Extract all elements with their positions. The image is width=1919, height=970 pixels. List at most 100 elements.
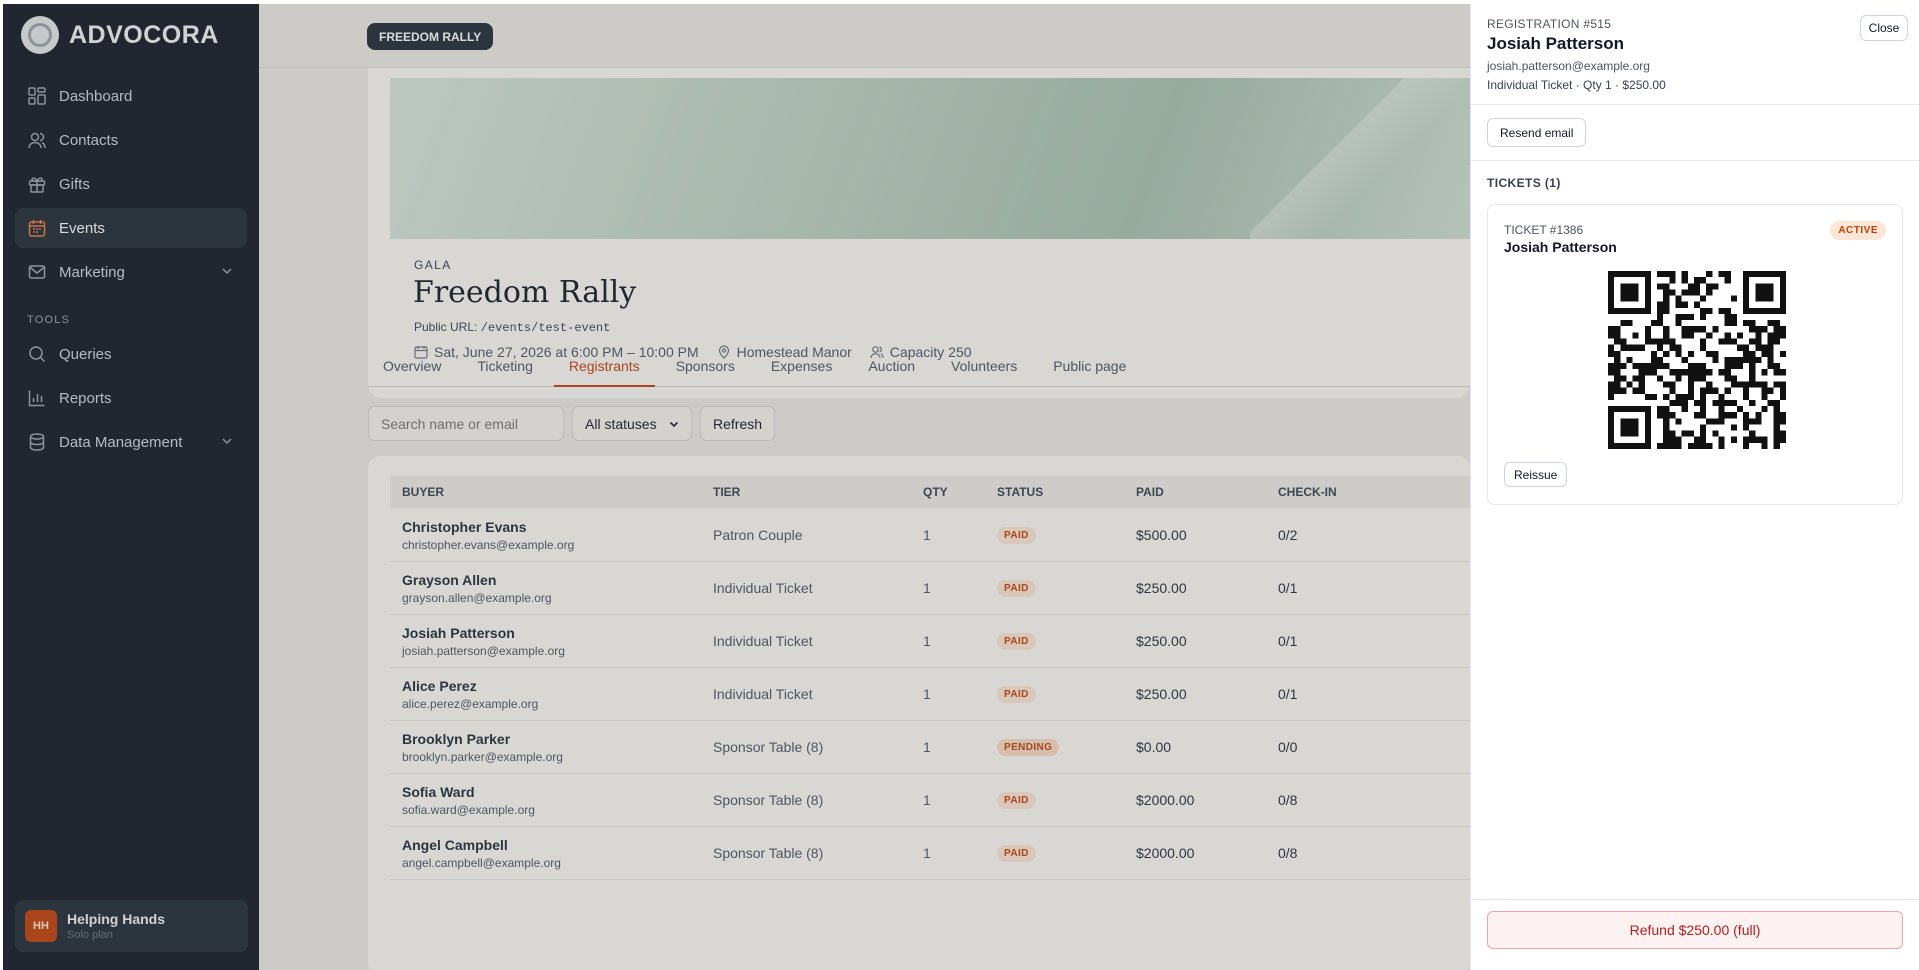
sidebar-item-gifts[interactable]: Gifts	[15, 164, 247, 204]
table-row[interactable]: Christopher Evans christopher.evans@examp…	[390, 509, 1470, 562]
buyer-cell: Christopher Evans christopher.evans@examp…	[402, 519, 574, 552]
tab-auction[interactable]: Auction	[853, 351, 930, 387]
buyer-email: brooklyn.parker@example.org	[402, 749, 563, 764]
workspace-info: Helping Hands Solo plan	[67, 911, 165, 941]
column-header-paid[interactable]: PAID	[1136, 485, 1164, 499]
status-badge: PAID	[997, 844, 1036, 862]
tier-cell: Sponsor Table (8)	[713, 739, 824, 755]
checkin-cell: 0/1	[1278, 633, 1298, 649]
ticket-holder-name: Josiah Patterson	[1504, 239, 1617, 255]
close-button[interactable]: Close	[1860, 15, 1908, 41]
table-row[interactable]: Brooklyn Parker brooklyn.parker@example.o…	[390, 721, 1470, 774]
brand-name: ADVOCORA	[69, 20, 219, 49]
checkin-cell: 0/2	[1278, 527, 1298, 543]
table-row[interactable]: Sofia Ward sofia.ward@example.org Sponsor…	[390, 774, 1470, 827]
registration-drawer: REGISTRATION #515 Josiah Patterson josia…	[1470, 4, 1919, 970]
sidebar-item-contacts[interactable]: Contacts	[15, 120, 247, 160]
tier-cell: Sponsor Table (8)	[713, 845, 824, 861]
buyer-name: Christopher Evans	[402, 518, 527, 535]
tier-cell: Individual Ticket	[713, 633, 813, 649]
tab-sponsors[interactable]: Sponsors	[661, 351, 750, 387]
refund-button[interactable]: Refund $250.00 (full)	[1487, 911, 1903, 949]
buyer-email: sofia.ward@example.org	[402, 802, 535, 817]
refresh-button[interactable]: Refresh	[700, 406, 776, 441]
paid-cell: $500.00	[1136, 527, 1187, 543]
registrant-filters: All statuses Refresh	[368, 406, 776, 441]
status-select-value: All statuses	[585, 415, 657, 432]
sidebar-item-marketing[interactable]: Marketing	[15, 252, 247, 292]
bar-chart-icon	[27, 388, 47, 408]
registration-number: REGISTRATION #515	[1487, 17, 1612, 31]
sidebar-item-data-management[interactable]: Data Management	[15, 422, 247, 462]
tools-section-label: TOOLS	[27, 314, 71, 326]
tab-registrants[interactable]: Registrants	[553, 351, 655, 387]
sidebar-item-dashboard[interactable]: Dashboard	[15, 76, 247, 116]
checkin-cell: 0/1	[1278, 686, 1298, 702]
paid-cell: $250.00	[1136, 686, 1187, 702]
paid-cell: $250.00	[1136, 633, 1187, 649]
chevron-down-icon[interactable]	[221, 264, 233, 281]
workspace-plan: Solo plan	[67, 929, 113, 941]
dashboard-icon	[27, 86, 47, 106]
qty-cell: 1	[923, 633, 931, 649]
table-row[interactable]: Josiah Patterson josiah.patterson@example…	[390, 615, 1470, 668]
event-pill[interactable]: FREEDOM RALLY	[367, 23, 494, 50]
column-header-buyer[interactable]: BUYER	[402, 485, 444, 499]
status-badge: PAID	[997, 526, 1036, 544]
sidebar-item-reports[interactable]: Reports	[15, 378, 247, 418]
event-type: GALA	[414, 258, 452, 272]
column-header-checkin[interactable]: CHECK-IN	[1278, 485, 1337, 499]
buyer-email: grayson.allen@example.org	[402, 590, 552, 605]
buyer-cell: Josiah Patterson josiah.patterson@example…	[402, 625, 565, 658]
tier-cell: Individual Ticket	[713, 686, 813, 702]
qty-cell: 1	[923, 792, 931, 808]
drawer-footer: Refund $250.00 (full)	[1471, 899, 1919, 970]
buyer-cell: Angel Campbell angel.campbell@example.org	[402, 837, 561, 870]
resend-email-button[interactable]: Resend email	[1487, 118, 1587, 147]
tab-overview[interactable]: Overview	[368, 351, 456, 387]
status-badge: PAID	[997, 632, 1036, 650]
search-input[interactable]	[368, 406, 564, 441]
sidebar-item-label: Contacts	[59, 131, 119, 149]
calendar-icon	[27, 218, 47, 238]
reissue-button[interactable]: Reissue	[1504, 462, 1568, 487]
registration-summary: Individual Ticket · Qty 1 · $250.00	[1487, 78, 1666, 92]
sidebar-item-queries[interactable]: Queries	[15, 334, 247, 374]
status-select[interactable]: All statuses	[572, 406, 692, 441]
buyer-email: angel.campbell@example.org	[402, 855, 561, 870]
ticket-id: TICKET #1386	[1504, 223, 1584, 237]
qr-code-icon	[1608, 271, 1786, 449]
contacts-icon	[27, 130, 47, 150]
sidebar-item-label: Events	[59, 219, 105, 237]
mail-icon	[27, 262, 47, 282]
column-header-tier[interactable]: TIER	[713, 485, 740, 499]
table-header: BUYER TIER QTY STATUS PAID CHECK-IN	[390, 476, 1470, 508]
workspace-switcher[interactable]: HH Helping Hands Solo plan	[15, 900, 248, 952]
chevron-down-icon[interactable]	[221, 434, 233, 451]
page-title: Freedom Rally	[413, 275, 637, 310]
tab-volunteers[interactable]: Volunteers	[936, 351, 1032, 387]
main-content: FREEDOM RALLY GALA Freedom Rally Public …	[259, 4, 1470, 970]
gift-icon	[27, 174, 47, 194]
checkin-cell: 0/1	[1278, 580, 1298, 596]
sidebar-item-events[interactable]: Events	[15, 208, 247, 248]
brand[interactable]: ADVOCORA	[3, 4, 259, 66]
table-row[interactable]: Grayson Allen grayson.allen@example.org I…	[390, 562, 1470, 615]
tab-expenses[interactable]: Expenses	[756, 351, 847, 387]
event-tabs: Overview Ticketing Registrants Sponsors …	[368, 351, 1470, 387]
tab-ticketing[interactable]: Ticketing	[462, 351, 548, 387]
buyer-cell: Alice Perez alice.perez@example.org	[402, 678, 538, 711]
tab-public-page[interactable]: Public page	[1038, 351, 1141, 387]
column-header-status[interactable]: STATUS	[997, 485, 1043, 499]
column-header-qty[interactable]: QTY	[923, 485, 948, 499]
qty-cell: 1	[923, 739, 931, 755]
buyer-name: Angel Campbell	[402, 836, 508, 853]
qty-cell: 1	[923, 580, 931, 596]
table-row[interactable]: Angel Campbell angel.campbell@example.org…	[390, 827, 1470, 880]
chevron-down-icon	[669, 421, 679, 427]
tier-cell: Sponsor Table (8)	[713, 792, 824, 808]
database-icon	[27, 432, 47, 452]
search-icon	[27, 344, 47, 364]
table-row[interactable]: Alice Perez alice.perez@example.org Indiv…	[390, 668, 1470, 721]
url-value[interactable]: /events/test-event	[481, 321, 611, 335]
